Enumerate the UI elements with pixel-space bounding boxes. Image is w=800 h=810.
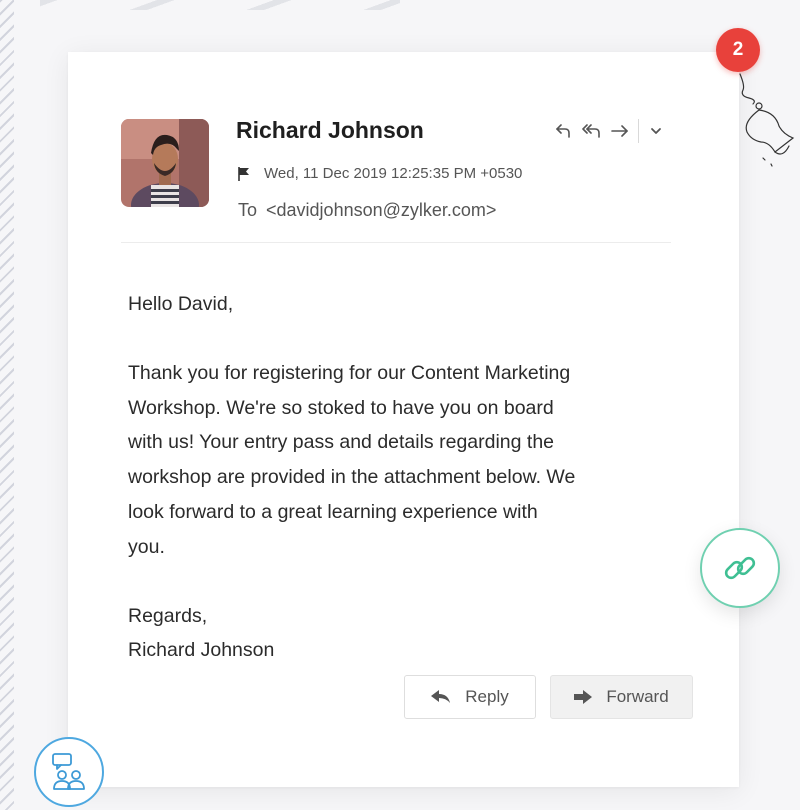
body-line: with us! Your entry pass and details reg… — [128, 431, 555, 454]
sender-name: Richard Johnson — [236, 117, 424, 143]
decorative-hatch — [0, 0, 14, 810]
collaboration-button[interactable] — [34, 737, 104, 807]
header-divider — [121, 242, 671, 243]
avatar — [121, 119, 209, 207]
closing: Regards, — [128, 604, 208, 627]
message-actions — [550, 116, 665, 146]
forward-label: Forward — [606, 687, 669, 706]
recipient-address: <davidjohnson@zylker.com> — [266, 200, 497, 220]
link-icon — [720, 548, 760, 588]
reply-arrow-icon — [431, 690, 451, 704]
email-date-row: Wed, 11 Dec 2019 12:25:35 PM +0530 — [236, 165, 522, 182]
signature: Richard Johnson — [128, 639, 275, 662]
reply-label: Reply — [465, 687, 509, 706]
notification-badge[interactable]: 2 — [716, 28, 760, 72]
body-line: you. — [128, 535, 165, 558]
people-chat-icon — [47, 751, 91, 793]
flag-icon[interactable] — [236, 166, 252, 182]
body-line: Thank you for registering for our Conten… — [128, 361, 571, 384]
forward-arrow-icon[interactable] — [606, 116, 634, 146]
actions-separator — [638, 119, 639, 143]
reply-icon[interactable] — [550, 116, 578, 146]
decorative-stripes — [40, 0, 400, 10]
body-line: workshop are provided in the attachment … — [128, 466, 576, 489]
body-line: look forward to a great learning experie… — [128, 500, 538, 523]
forward-button[interactable]: Forward — [550, 675, 693, 719]
email-body: Hello David, Thank you for registering f… — [128, 287, 688, 668]
to-label: To — [238, 200, 258, 220]
body-line: Workshop. We're so stoked to have you on… — [128, 396, 554, 419]
email-date: Wed, 11 Dec 2019 12:25:35 PM +0530 — [264, 165, 523, 182]
attachment-link-button[interactable] — [700, 528, 780, 608]
reply-all-icon[interactable] — [578, 116, 606, 146]
bell-icon — [739, 73, 795, 167]
reply-button[interactable]: Reply — [404, 675, 536, 719]
chevron-down-icon[interactable] — [647, 116, 665, 146]
greeting: Hello David, — [128, 293, 234, 315]
forward-arrow-icon — [574, 690, 593, 704]
recipient-line: To <davidjohnson@zylker.com> — [238, 200, 496, 221]
